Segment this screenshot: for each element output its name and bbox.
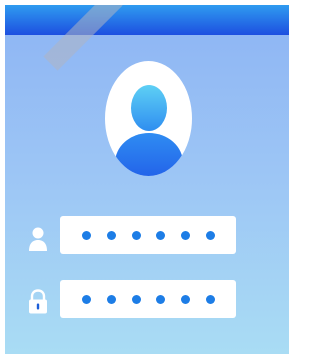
username-field[interactable] [60,216,236,254]
masked-char-dot [106,294,116,304]
masked-char-dot [181,294,191,304]
password-field[interactable] [60,280,236,318]
lock-icon [29,289,47,314]
masked-char-dot [131,294,141,304]
avatar-head [131,85,167,131]
masked-char-dot [156,230,166,240]
masked-char-dot [156,294,166,304]
masked-char-dot [82,230,91,240]
masked-char-dot [205,230,215,240]
masked-char-dot [131,230,141,240]
masked-char-dot [181,230,191,240]
masked-char-dot [205,294,215,304]
masked-char-dot [82,294,91,304]
header-bar [5,5,289,35]
masked-char-dot [106,230,116,240]
login-screen [5,5,289,354]
user-icon [29,227,47,251]
user-avatar-icon [105,61,192,176]
avatar-body [115,133,183,176]
